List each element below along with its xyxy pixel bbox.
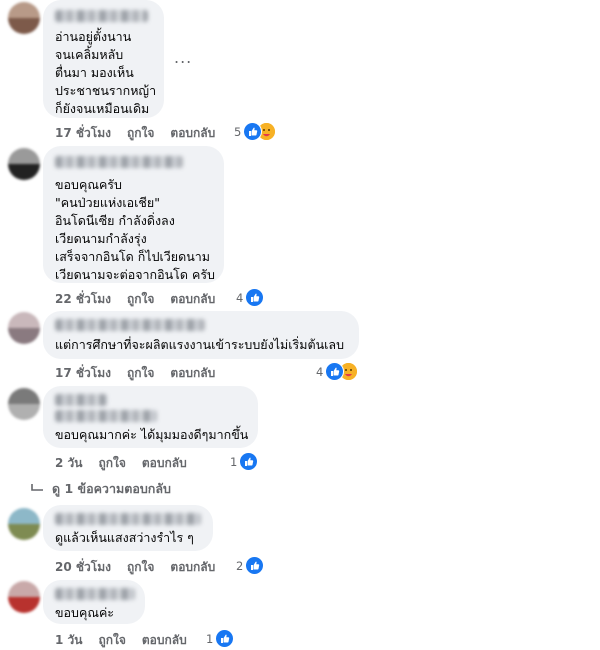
comment-text-line: ก็ยังจนเหมือนเดิม [55, 101, 150, 116]
reaction-summary[interactable]: 4 [316, 362, 359, 381]
commenter-name[interactable] [55, 10, 148, 22]
comment-timestamp[interactable]: 2 วัน [55, 454, 82, 473]
comment-timestamp[interactable]: 17 ชั่วโมง [55, 364, 111, 383]
comment-text-line: ขอบคุณครับ [55, 177, 122, 192]
comment-meta: 20 ชั่วโมง ถูกใจ ตอบกลับ [55, 558, 231, 577]
comment-text-line: ดูแล้วเห็นแสงสว่างรำไร ๆ [55, 530, 194, 545]
like-icon [243, 122, 263, 141]
comment-bubble: ดูแล้วเห็นแสงสว่างรำไร ๆ [43, 505, 213, 551]
commenter-name[interactable] [55, 513, 201, 525]
like-action[interactable]: ถูกใจ [98, 454, 125, 473]
comment-bubble: ขอบคุณมากค่ะ ได้มุมมองดีๆมากขึ้น [43, 386, 258, 448]
comment-meta: 17 ชั่วโมง ถูกใจ ตอบกลับ [55, 364, 231, 383]
more-options-icon[interactable]: ... [174, 48, 192, 67]
comment-text-line: อินโดนีเซีย กำลังดิ่งลง [55, 213, 175, 228]
view-replies-label: ดู 1 ข้อความตอบกลับ [52, 481, 171, 496]
like-action[interactable]: ถูกใจ [127, 290, 154, 309]
like-icon [215, 629, 235, 648]
like-action[interactable]: ถูกใจ [98, 631, 125, 650]
avatar[interactable] [8, 312, 40, 344]
avatar[interactable] [8, 508, 40, 540]
comment-text-line: แต่การศึกษาที่จะผลิตแรงงานเข้าระบบยังไม่… [55, 337, 345, 352]
reply-arrow-icon [31, 484, 43, 491]
comment-meta: 17 ชั่วโมง ถูกใจ ตอบกลับ [55, 124, 231, 143]
reaction-count: 4 [236, 290, 244, 305]
comment-bubble: ขอบคุณครับ "คนป่วยแห่งเอเชีย" อินโดนีเซี… [43, 146, 224, 283]
comment-text-line: อ่านอยู่ตั้งนาน [55, 29, 132, 44]
comment-text-line: เสร็จจากอินโด ก็ไปเวียดนาม [55, 249, 211, 264]
comment-meta: 1 วัน ถูกใจ ตอบกลับ [55, 631, 203, 650]
avatar[interactable] [8, 148, 40, 180]
reaction-count: 2 [236, 558, 244, 573]
comment-text-line: "คนป่วยแห่งเอเชีย" [55, 195, 160, 210]
reaction-summary[interactable]: 1 [230, 452, 259, 471]
comment-bubble: แต่การศึกษาที่จะผลิตแรงงานเข้าระบบยังไม่… [43, 311, 359, 359]
comment-bubble: อ่านอยู่ตั้งนาน จนเคลิ้มหลับ ตื่นมา มองเ… [43, 0, 164, 118]
comment-text-line: เวียดนามกำลังรุ่ง [55, 231, 147, 246]
comment-text-line: ขอบคุณค่ะ [55, 605, 115, 620]
like-action[interactable]: ถูกใจ [127, 558, 154, 577]
avatar[interactable] [8, 581, 40, 613]
comment-timestamp[interactable]: 1 วัน [55, 631, 82, 650]
comment-text-line: เวียดนามจะต่อจากอินโด ครับ [55, 267, 215, 282]
comment-timestamp[interactable]: 20 ชั่วโมง [55, 558, 111, 577]
commenter-name[interactable] [55, 588, 135, 600]
reply-action[interactable]: ตอบกลับ [142, 454, 187, 473]
like-icon [325, 362, 345, 381]
avatar[interactable] [8, 2, 40, 34]
reaction-count: 5 [234, 124, 242, 139]
reaction-count: 4 [316, 364, 324, 379]
comment-text-line: ตื่นมา มองเห็น [55, 65, 134, 80]
avatar[interactable] [8, 388, 40, 420]
commenter-subtitle [55, 410, 157, 422]
reaction-count: 1 [230, 454, 238, 469]
comment-meta: 22 ชั่วโมง ถูกใจ ตอบกลับ [55, 290, 231, 309]
commenter-name[interactable] [55, 319, 205, 331]
comment-timestamp[interactable]: 22 ชั่วโมง [55, 290, 111, 309]
reply-action[interactable]: ตอบกลับ [170, 364, 215, 383]
like-icon [245, 288, 265, 307]
reply-action[interactable]: ตอบกลับ [170, 124, 215, 143]
reply-action[interactable]: ตอบกลับ [170, 290, 215, 309]
reaction-summary[interactable]: 1 [206, 629, 235, 648]
comment-bubble: ขอบคุณค่ะ [43, 580, 145, 624]
comment-text-line: จนเคลิ้มหลับ [55, 47, 124, 62]
comment-meta: 2 วัน ถูกใจ ตอบกลับ [55, 454, 203, 473]
like-icon [245, 556, 265, 575]
like-action[interactable]: ถูกใจ [127, 364, 154, 383]
commenter-name[interactable] [55, 156, 183, 168]
commenter-name[interactable] [55, 394, 107, 406]
view-replies-link[interactable]: ดู 1 ข้อความตอบกลับ [30, 479, 171, 499]
reaction-summary[interactable]: 4 [236, 288, 265, 307]
reaction-summary[interactable]: 5 [234, 122, 277, 141]
like-icon [239, 452, 259, 471]
reaction-summary[interactable]: 2 [236, 556, 265, 575]
reply-action[interactable]: ตอบกลับ [142, 631, 187, 650]
comment-text-line: ประชาชนรากหญ้า [55, 83, 157, 98]
like-action[interactable]: ถูกใจ [127, 124, 154, 143]
reaction-count: 1 [206, 631, 214, 646]
comment-timestamp[interactable]: 17 ชั่วโมง [55, 124, 111, 143]
comment-text-line: ขอบคุณมากค่ะ ได้มุมมองดีๆมากขึ้น [55, 427, 249, 442]
reply-action[interactable]: ตอบกลับ [170, 558, 215, 577]
